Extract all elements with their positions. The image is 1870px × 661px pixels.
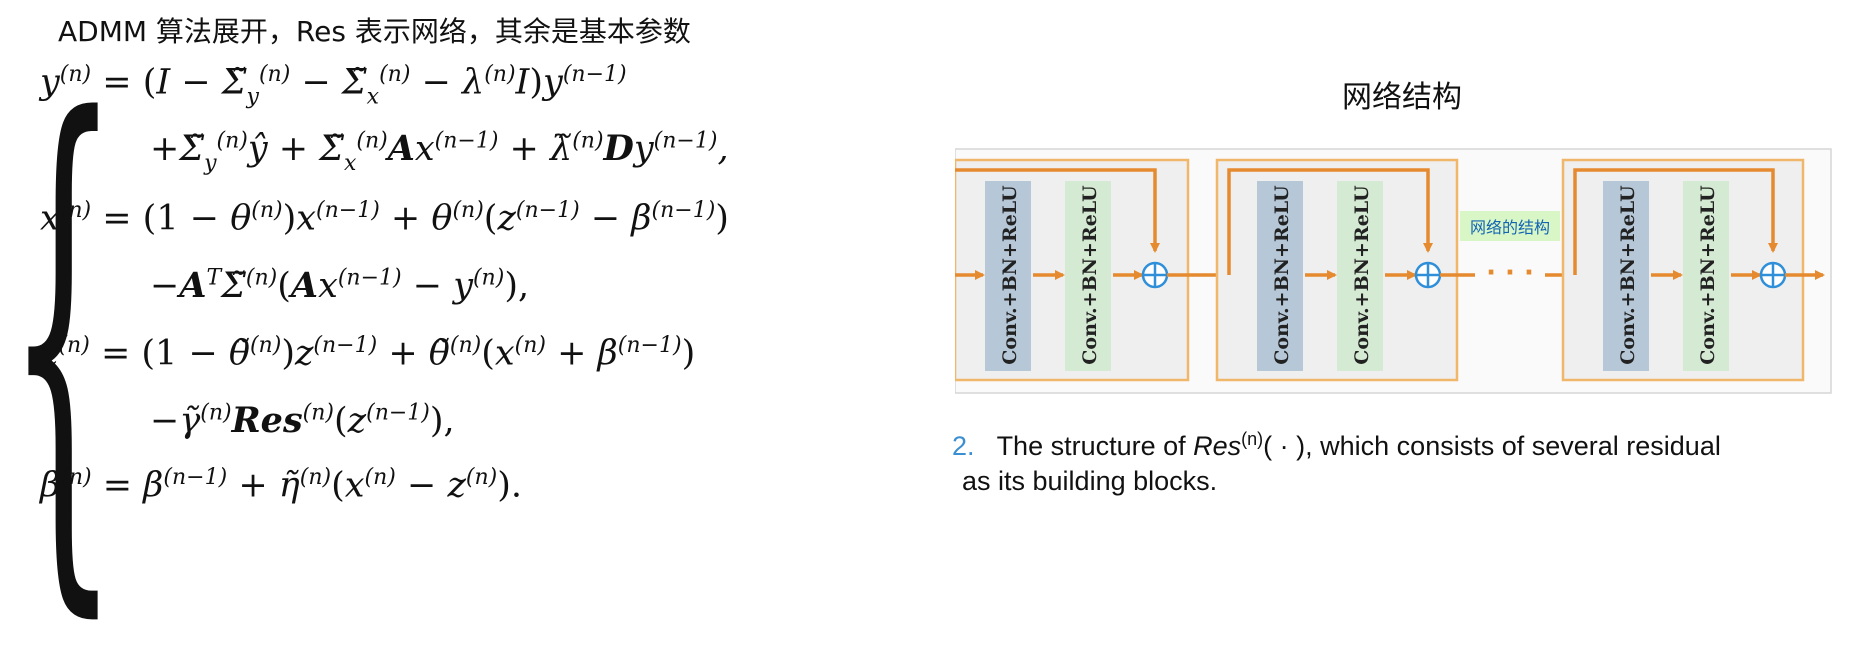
ellipsis: · · · [1486,258,1534,288]
annotation-text: 网络的结构 [1470,218,1550,237]
page-title: ADMM 算法展开，Res 表示网络，其余是基本参数 [58,15,691,48]
residual-block-1: Conv.+BN+ReLU Conv.+BN+ReLU [955,158,1190,382]
layer-label: Conv.+BN+ReLU [1697,185,1719,365]
network-diagram: Conv.+BN+ReLU Conv.+BN+ReLU Conv.+BN+ReL… [955,148,1832,394]
equation-y-line2: +Σ̃y(n)ŷ + Σ̃x(n)Ax(n−1) + λ̃(n)Dy(n−1), [150,128,729,176]
equation-x-line1: x(n) = (1 − θ(n))x(n−1) + θ(n)(z(n−1) − … [40,198,729,239]
layer-label: Conv.+BN+ReLU [1079,185,1101,365]
figure-title: 网络结构 [1342,80,1462,115]
layer-label: Conv.+BN+ReLU [1351,185,1373,365]
residual-block-3: Conv.+BN+ReLU Conv.+BN+ReLU [1561,158,1825,382]
add-icon [1141,261,1169,289]
figure-caption: 2. The structure of Res(n)( · ), which c… [952,429,1721,496]
add-icon [1414,261,1442,289]
residual-block-2: Conv.+BN+ReLU Conv.+BN+ReLU [1215,158,1459,382]
layer-label: Conv.+BN+ReLU [999,185,1021,365]
caption-number: 2. [952,431,975,461]
equation-z-line1: z(n) = (1 − θ̃(n))z(n−1) + θ̃(n)(x(n) + … [40,333,696,374]
layer-label: Conv.+BN+ReLU [1617,185,1639,365]
equation-x-line2: −ATΣ̃(n)(Ax(n−1) − y(n)), [150,265,530,306]
add-icon [1759,261,1787,289]
layer-label: Conv.+BN+ReLU [1271,185,1293,365]
equation-y-line1: y(n) = (I − Σ̃y(n) − Σ̃x(n) − λ(n)I)y(n−… [40,62,627,110]
equation-z-line2: −γ̃(n)Res(n)(z(n−1)), [150,400,455,441]
equation-beta: β(n) = β(n−1) + η̃(n)(x(n) − z(n)). [40,465,523,506]
